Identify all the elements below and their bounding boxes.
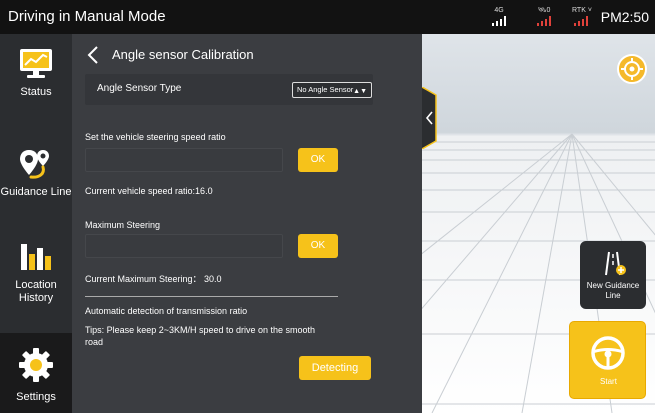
rtk-label: RTK <box>572 7 586 14</box>
sensor-type-value: No Angle Sensor <box>297 85 354 94</box>
sort-arrows-icon: ▲▼ <box>353 88 367 95</box>
current-max-steering: Current Maximum Steering： 30.0 <box>85 274 222 284</box>
network-type-label: 4G <box>494 7 504 14</box>
steering-wheel-icon <box>591 336 625 370</box>
divider <box>85 296 338 297</box>
speed-ratio-ok-button[interactable]: OK <box>298 148 338 172</box>
sidebar-item-label: Status <box>20 86 52 98</box>
sidebar-item-status[interactable]: Status <box>0 48 72 108</box>
detecting-button[interactable]: Detecting <box>299 356 371 380</box>
max-steering-ok-button[interactable]: OK <box>298 234 338 258</box>
collapse-panel-handle[interactable] <box>422 87 442 149</box>
sidebar-item-label: Settings <box>16 391 56 403</box>
auto-detect-label: Automatic detection of transmission rati… <box>85 306 248 316</box>
status-bar: Driving in Manual Mode 4G 🛰0 RTK ˅ PM2:5… <box>0 0 655 34</box>
sensor-type-select[interactable]: No Angle Sensor ▲▼ <box>292 82 372 98</box>
satellite-count: 0 <box>546 7 551 14</box>
max-steering-label: Maximum Steering <box>85 220 161 230</box>
signal-bars-icon <box>492 16 506 26</box>
gear-icon <box>19 348 53 382</box>
road-add-icon <box>605 251 626 276</box>
page-title: Angle sensor Calibration <box>112 47 254 62</box>
new-guidance-line-label: New Guidance Line <box>586 281 640 300</box>
sidebar: Status Guidance Line Location History Se… <box>0 34 72 413</box>
rtk-dropdown-icon: ˅ <box>585 7 592 14</box>
monitor-chart-icon <box>20 49 52 78</box>
max-steering-input[interactable] <box>85 234 283 258</box>
start-label: Start <box>600 377 617 386</box>
start-button[interactable]: Start <box>569 321 646 399</box>
route-pin-icon <box>20 150 49 179</box>
new-guidance-line-button[interactable]: New Guidance Line <box>580 241 646 309</box>
bar-chart-icon <box>21 244 51 270</box>
speed-ratio-label: Set the vehicle steering speed ratio <box>85 132 226 142</box>
cellular-signal-indicator: 4G <box>490 7 508 26</box>
calibration-panel: Angle sensor Calibration Angle Sensor Ty… <box>72 34 422 413</box>
back-arrow-icon[interactable] <box>86 45 100 65</box>
satellite-signal-indicator: 🛰0 <box>535 7 553 26</box>
current-speed-ratio: Current vehicle speed ratio:16.0 <box>85 186 213 196</box>
tips-text: Tips: Please keep 2~3KM/H speed to drive… <box>85 325 316 347</box>
sensor-type-row: Angle Sensor Type No Angle Sensor ▲▼ <box>85 74 373 105</box>
speed-ratio-input[interactable] <box>85 148 283 172</box>
crosshair-icon <box>621 58 643 80</box>
satellite-bars-icon <box>537 16 551 26</box>
locate-button[interactable] <box>617 54 647 84</box>
sidebar-item-location-history[interactable]: Location History <box>0 242 72 318</box>
clock: PM2:50 <box>600 9 649 25</box>
rtk-bars-icon <box>574 16 588 26</box>
sidebar-item-label: Location History <box>15 279 57 304</box>
mode-title: Driving in Manual Mode <box>8 8 166 25</box>
sidebar-item-settings[interactable]: Settings <box>0 333 72 413</box>
rtk-signal-indicator: RTK ˅ <box>572 7 592 26</box>
sidebar-item-label: Guidance Line <box>0 186 72 198</box>
sidebar-item-guidance-line[interactable]: Guidance Line <box>0 148 72 208</box>
sensor-type-label: Angle Sensor Type <box>97 83 182 94</box>
